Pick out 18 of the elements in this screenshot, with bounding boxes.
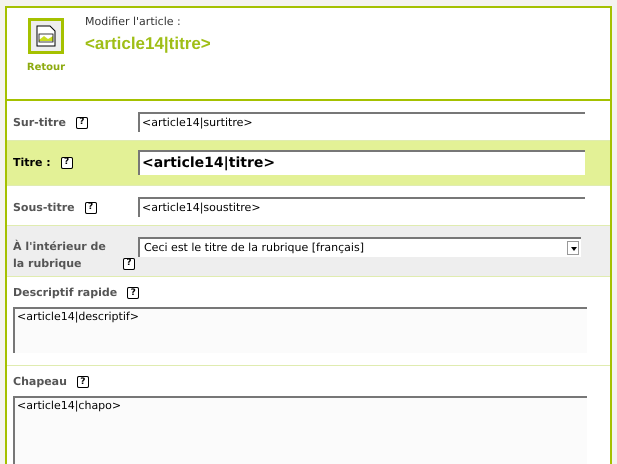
caret-icon	[567, 241, 579, 255]
text-field[interactable]: <article14|soustitre>	[138, 197, 585, 217]
text-area[interactable]: <article14|descriptif>	[13, 307, 587, 353]
page-title: <article14|titre>	[85, 32, 211, 55]
dropdown[interactable]: Ceci est le titre de la rubrique [français]	[138, 237, 581, 257]
field-label: Titre :	[13, 156, 51, 169]
field-label: Descriptif rapide	[13, 284, 118, 301]
field-label: Sur-titre	[13, 116, 66, 129]
help-icon[interactable]: ?	[76, 376, 89, 388]
field-label: Chapeau	[13, 374, 67, 390]
page-subtitle: Modifier l'article :	[85, 14, 182, 30]
text-field[interactable]: <article14|surtitre>	[138, 112, 585, 132]
image-document-icon	[36, 25, 56, 47]
title-field[interactable]: <article14|titre>	[138, 150, 585, 175]
field-label: À l'intérieur de la rubrique	[13, 240, 106, 270]
help-icon[interactable]: ?	[127, 287, 140, 299]
text-area[interactable]: <article14|chapo>	[13, 396, 587, 464]
field-label: Sous-titre	[13, 201, 75, 214]
